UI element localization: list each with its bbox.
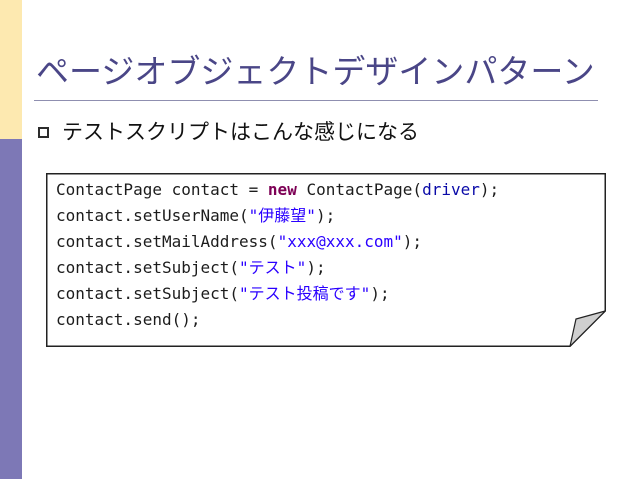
title-divider [34, 100, 598, 101]
code-variable: driver [422, 180, 480, 199]
code-line: ContactPage contact = new ContactPage(dr… [56, 177, 499, 203]
bullet-item: テストスクリプトはこんな感じになる [38, 114, 419, 148]
code-string: "テスト" [239, 258, 307, 277]
code-text: ); [306, 258, 326, 277]
code-text: ); [402, 232, 423, 251]
code-text: contact.setSubject( [56, 284, 240, 303]
code-text: ); [479, 180, 500, 199]
code-text: ); [315, 206, 336, 225]
left-accent-bar-bottom [0, 139, 22, 479]
code-line: contact.setUserName("伊藤望"); [56, 203, 499, 229]
code-text: ContactPage contact = [56, 180, 268, 199]
code-string: "xxx@xxx.com" [277, 232, 403, 251]
code-text: ContactPage( [296, 180, 423, 199]
code-string: "テスト投稿です" [239, 284, 371, 303]
code-string: "伊藤望" [248, 206, 316, 225]
code-keyword: new [267, 180, 297, 199]
code-block: ContactPage contact = new ContactPage(dr… [56, 177, 499, 333]
slide-title: ページオブジェクトデザインパターン [36, 52, 595, 91]
code-line: contact.setSubject("テスト"); [56, 255, 499, 281]
bullet-text: テストスクリプトはこんな感じになる [62, 120, 419, 144]
code-text: contact.setSubject( [56, 258, 240, 277]
code-note-box: ContactPage contact = new ContactPage(dr… [46, 173, 606, 347]
code-text: ); [370, 284, 390, 303]
code-line: contact.send(); [56, 307, 499, 333]
code-text: contact.setMailAddress( [56, 232, 278, 251]
code-line: contact.setMailAddress("xxx@xxx.com"); [56, 229, 499, 255]
square-bullet-icon [38, 126, 49, 138]
left-accent-bar-top [0, 0, 22, 139]
code-text: contact.setUserName( [56, 206, 249, 225]
code-text: contact.send(); [56, 310, 201, 329]
code-line: contact.setSubject("テスト投稿です"); [56, 281, 499, 307]
